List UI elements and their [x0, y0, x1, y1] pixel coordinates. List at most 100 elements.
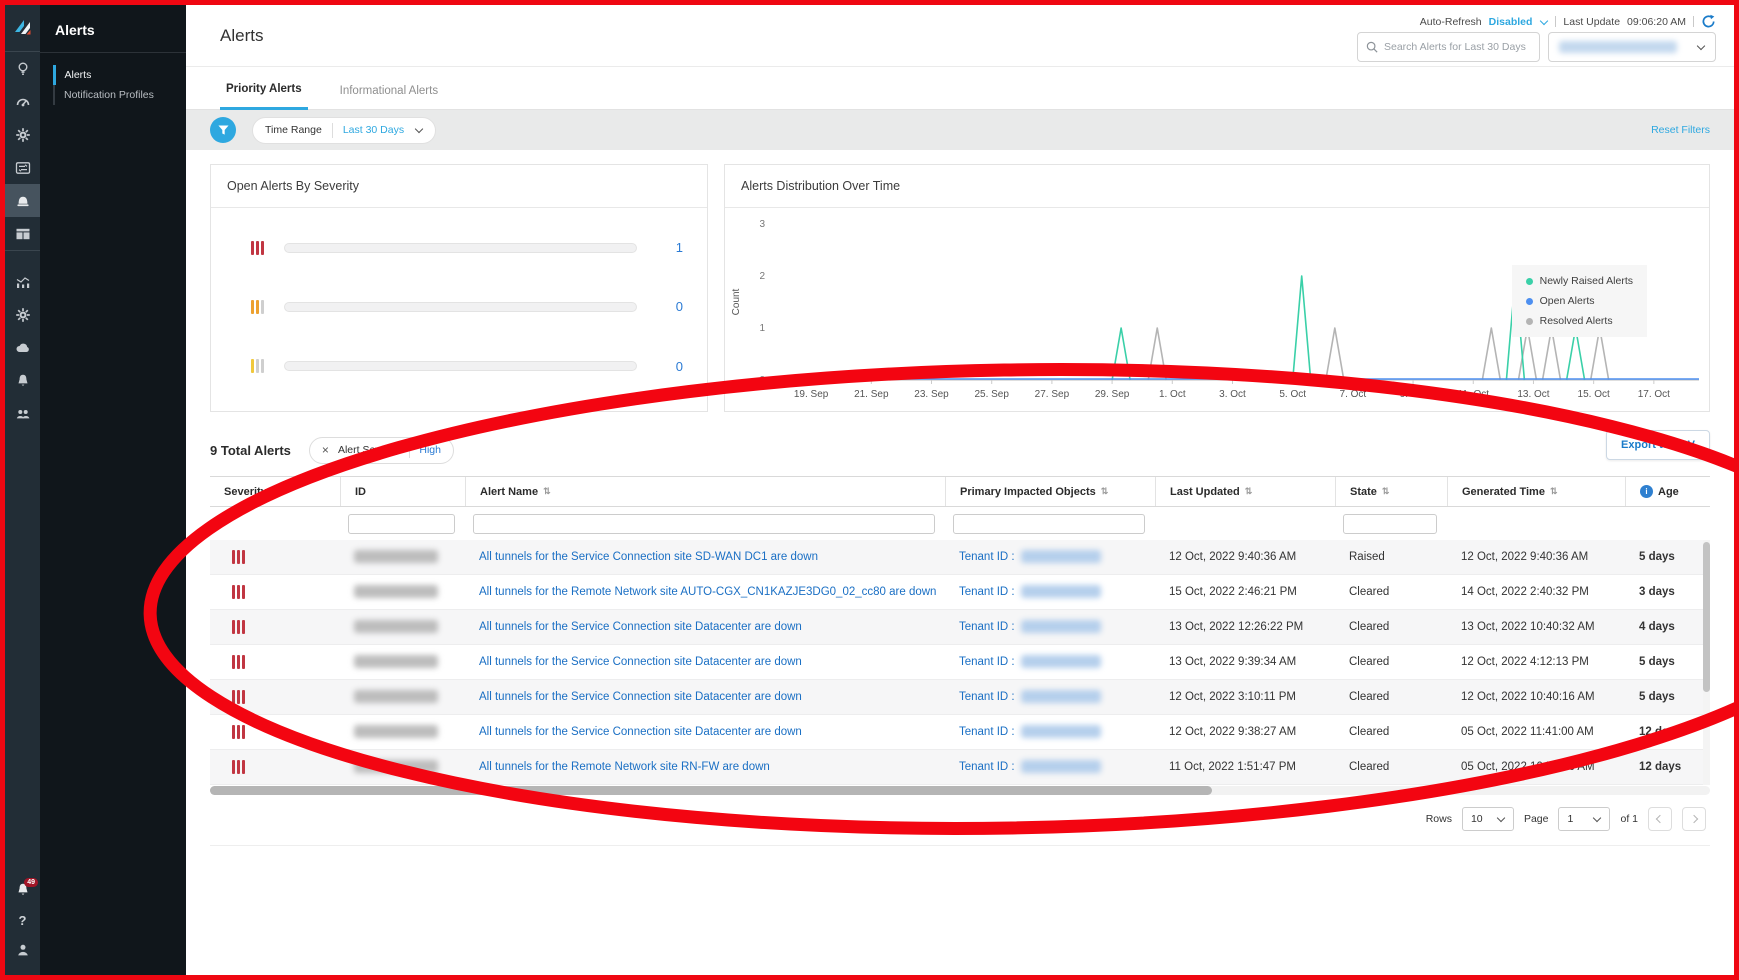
- time-range-filter[interactable]: Time Range Last 30 Days: [252, 117, 436, 144]
- tenant-selector-dropdown[interactable]: [1548, 32, 1716, 62]
- column-filter-input-state[interactable]: [1343, 514, 1437, 534]
- sort-icon[interactable]: ⇅: [543, 486, 551, 497]
- table-row[interactable]: All tunnels for the Service Connection s…: [210, 680, 1710, 715]
- tenant-id-link[interactable]: Tenant ID :: [959, 621, 1015, 633]
- svg-text:3. Oct: 3. Oct: [1219, 389, 1246, 400]
- alert-name-link[interactable]: All tunnels for the Service Connection s…: [479, 691, 802, 703]
- redacted-tenant-id: [1021, 690, 1101, 703]
- sort-icon[interactable]: ⇅: [1245, 486, 1253, 497]
- tenant-id-link[interactable]: Tenant ID :: [959, 691, 1015, 703]
- column-header-last-updated[interactable]: Last Updated⇅: [1155, 477, 1335, 506]
- vertical-scrollbar-thumb[interactable]: [1703, 542, 1710, 692]
- column-header-generated-time[interactable]: Generated Time ⇅: [1447, 477, 1625, 506]
- rows-per-page-select[interactable]: 10: [1462, 807, 1514, 831]
- table-row[interactable]: All tunnels for the Remote Network site …: [210, 575, 1710, 610]
- info-icon[interactable]: i: [1640, 485, 1653, 498]
- rail-bottom-group: 49?: [5, 875, 40, 975]
- table-row[interactable]: All tunnels for the Service Connection s…: [210, 610, 1710, 645]
- sort-icon[interactable]: ⇅: [1550, 486, 1558, 497]
- search-input[interactable]: [1384, 41, 1531, 53]
- alert-name-link[interactable]: All tunnels for the Service Connection s…: [479, 621, 802, 633]
- impacted-objects-cell: Tenant ID :: [945, 750, 1155, 784]
- legend-dot-icon: [1526, 318, 1533, 325]
- column-header-severity[interactable]: Severity ⇅: [210, 477, 340, 506]
- main-content: Alerts Auto-Refresh Disabled Last Update…: [186, 5, 1734, 975]
- refresh-icon[interactable]: [1701, 14, 1716, 29]
- generated-time-cell: 14 Oct, 2022 2:40:32 PM: [1447, 575, 1625, 609]
- tenant-id-link[interactable]: Tenant ID :: [959, 586, 1015, 598]
- column-filter-input-id[interactable]: [348, 514, 455, 534]
- column-header-alert-name[interactable]: Alert Name⇅: [465, 477, 945, 506]
- bell-icon[interactable]: [5, 364, 40, 397]
- tenant-id-link[interactable]: Tenant ID :: [959, 656, 1015, 668]
- export-csv-button[interactable]: Export to CSV: [1606, 430, 1710, 460]
- column-filter-input-alert-name[interactable]: [473, 514, 935, 534]
- column-header-id[interactable]: ID: [340, 477, 465, 506]
- alert-name-link[interactable]: All tunnels for the Service Connection s…: [479, 726, 802, 738]
- column-header-primary-impacted-objects[interactable]: Primary Impacted Objects⇅: [945, 477, 1155, 506]
- alert-name-link[interactable]: All tunnels for the Service Connection s…: [479, 551, 818, 563]
- table-row[interactable]: All tunnels for the Service Connection s…: [210, 645, 1710, 680]
- table-row[interactable]: All tunnels for the Remote Network site …: [210, 750, 1710, 785]
- tenant-id-link[interactable]: Tenant ID :: [959, 551, 1015, 563]
- gear-icon[interactable]: [5, 118, 40, 151]
- horizontal-scrollbar[interactable]: [210, 786, 1710, 795]
- severity-chart-card: Open Alerts By Severity 100: [210, 164, 708, 412]
- lightbulb-icon[interactable]: [5, 52, 40, 85]
- alarm-icon[interactable]: [5, 184, 40, 217]
- close-icon[interactable]: ×: [322, 443, 329, 457]
- sort-icon[interactable]: ⇅: [1382, 486, 1390, 497]
- page-number-select[interactable]: 1: [1558, 807, 1610, 831]
- alert-name-link[interactable]: All tunnels for the Service Connection s…: [479, 656, 802, 668]
- alert-name-link[interactable]: All tunnels for the Remote Network site …: [479, 586, 936, 598]
- help-glyph: ?: [19, 913, 27, 928]
- table-row[interactable]: All tunnels for the Service Connection s…: [210, 540, 1710, 575]
- sort-icon[interactable]: ⇅: [1101, 486, 1109, 497]
- column-header-state[interactable]: State⇅: [1335, 477, 1447, 506]
- horizontal-scrollbar-thumb[interactable]: [210, 786, 1212, 795]
- tenant-id-link[interactable]: Tenant ID :: [959, 726, 1015, 738]
- chip-value[interactable]: High: [419, 444, 441, 456]
- tab-priority-alerts[interactable]: Priority Alerts: [220, 83, 308, 110]
- chevron-down-icon: [415, 125, 423, 133]
- table-row[interactable]: All tunnels for the Service Connection s…: [210, 715, 1710, 750]
- last-updated-cell: 12 Oct, 2022 9:40:36 AM: [1155, 540, 1335, 574]
- column-label: Generated Time: [1462, 486, 1545, 498]
- sidebar-item-alerts[interactable]: Alerts: [53, 65, 187, 85]
- auto-refresh-value[interactable]: Disabled: [1489, 16, 1533, 28]
- config-panel-icon[interactable]: [5, 151, 40, 184]
- column-header-age[interactable]: iAge: [1625, 477, 1710, 506]
- legend-label: Open Alerts: [1540, 295, 1595, 307]
- alert-name-link[interactable]: All tunnels for the Remote Network site …: [479, 761, 770, 773]
- dashboard-gauge-icon[interactable]: [5, 85, 40, 118]
- column-label: Severity: [224, 486, 267, 498]
- cloud-icon[interactable]: [5, 331, 40, 364]
- legend-item[interactable]: Resolved Alerts: [1526, 315, 1633, 327]
- help-icon[interactable]: ?: [5, 905, 40, 935]
- chevron-down-icon[interactable]: [1540, 16, 1548, 24]
- filter-funnel-button[interactable]: [210, 117, 236, 143]
- grid-layout-icon[interactable]: [5, 217, 40, 250]
- severity-high-icon: [232, 550, 245, 564]
- reset-filters-link[interactable]: Reset Filters: [1651, 124, 1710, 136]
- sort-icon[interactable]: ⇅: [272, 486, 280, 497]
- severity-high-icon: [232, 655, 245, 669]
- analytics-icon[interactable]: [5, 265, 40, 298]
- svg-text:5. Oct: 5. Oct: [1279, 389, 1306, 400]
- legend-item[interactable]: Newly Raised Alerts: [1526, 275, 1633, 287]
- previous-page-button[interactable]: [1648, 807, 1672, 831]
- next-page-button[interactable]: [1682, 807, 1706, 831]
- last-updated-cell: 13 Oct, 2022 12:26:22 PM: [1155, 610, 1335, 644]
- legend-item[interactable]: Open Alerts: [1526, 295, 1633, 307]
- app-logo-icon[interactable]: [5, 5, 40, 51]
- tenant-id-link[interactable]: Tenant ID :: [959, 761, 1015, 773]
- notification-bell-icon[interactable]: 49: [5, 875, 40, 905]
- column-filter-input-primary-impacted-objects[interactable]: [953, 514, 1145, 534]
- sidebar-item-notification-profiles[interactable]: Notification Profiles: [55, 85, 186, 105]
- settings-gear-icon[interactable]: [5, 298, 40, 331]
- tab-informational-alerts[interactable]: Informational Alerts: [334, 85, 444, 109]
- user-profile-icon[interactable]: [5, 935, 40, 965]
- filter-cell-generated-time: [1447, 507, 1625, 540]
- vertical-scrollbar[interactable]: [1703, 540, 1710, 785]
- user-group-icon[interactable]: [5, 397, 40, 430]
